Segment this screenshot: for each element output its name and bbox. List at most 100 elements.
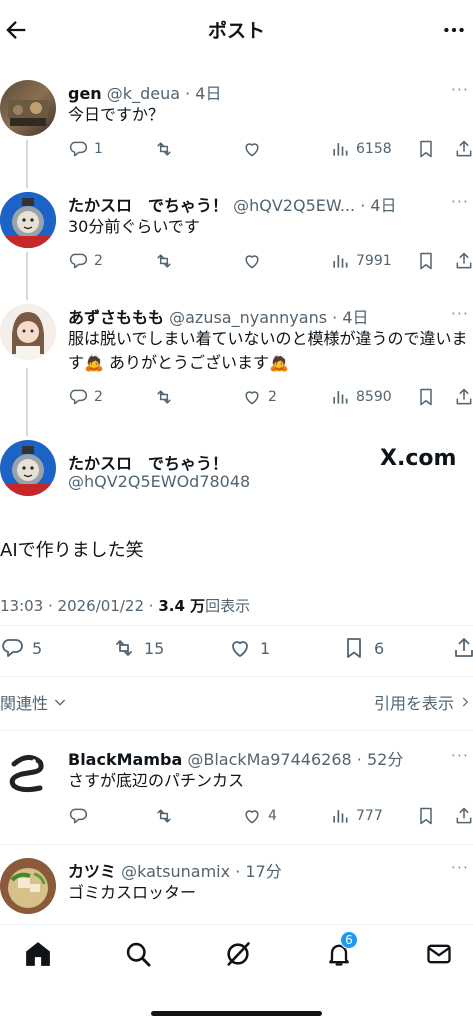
more-options-icon[interactable] bbox=[441, 17, 467, 43]
share-button[interactable] bbox=[454, 249, 473, 273]
nav-home[interactable] bbox=[21, 937, 55, 971]
post-time: · 52分 bbox=[356, 750, 404, 769]
repost-button[interactable] bbox=[154, 249, 174, 273]
bookmark-icon bbox=[416, 139, 436, 159]
avatar[interactable] bbox=[0, 80, 56, 136]
show-quotes-link[interactable]: 引用を表示 bbox=[374, 690, 472, 714]
post-time: · 4日 bbox=[185, 84, 222, 103]
xcom-watermark: X.com bbox=[380, 446, 457, 471]
view-count: 6158 bbox=[356, 141, 392, 157]
bookmark-icon bbox=[342, 636, 366, 660]
post-time: · 4日 bbox=[332, 308, 369, 327]
post-datetime: 13:03 · 2026/01/22 · bbox=[0, 597, 154, 615]
bookmark-button[interactable] bbox=[416, 249, 436, 273]
thread-connector bbox=[26, 140, 28, 188]
like-button[interactable]: 4 bbox=[242, 804, 277, 828]
author-handle[interactable]: @azusa_nyannyans bbox=[169, 308, 327, 327]
reply-button[interactable]: 1 bbox=[68, 137, 103, 161]
author-name[interactable]: あずさももも bbox=[68, 308, 164, 327]
nav-notifications[interactable]: 6 bbox=[322, 931, 358, 971]
reply-icon bbox=[68, 139, 88, 159]
view-count: 7991 bbox=[356, 253, 392, 269]
like-button[interactable] bbox=[242, 137, 262, 161]
reply-icon bbox=[68, 806, 88, 826]
avatar[interactable] bbox=[0, 192, 56, 248]
author-handle[interactable]: @hQV2Q5EW... bbox=[233, 196, 355, 215]
reply-count: 2 bbox=[94, 253, 103, 269]
views-button[interactable]: 7991 bbox=[330, 249, 392, 273]
reply-icon bbox=[68, 387, 88, 407]
bookmark-button[interactable] bbox=[416, 385, 436, 409]
post-time: · 17分 bbox=[235, 862, 282, 881]
divider bbox=[0, 676, 473, 677]
nav-messages[interactable] bbox=[422, 937, 456, 971]
bookmark-button[interactable]: 6 bbox=[342, 636, 384, 660]
post-more-icon[interactable]: ··· bbox=[451, 746, 469, 765]
views-button[interactable]: 8590 bbox=[330, 385, 392, 409]
reply-button[interactable]: 2 bbox=[68, 385, 103, 409]
nav-search[interactable] bbox=[121, 937, 155, 971]
post-text: ゴミカスロッター bbox=[68, 883, 197, 902]
post-time: · 4日 bbox=[360, 196, 397, 215]
heart-icon bbox=[228, 636, 252, 660]
repost-icon bbox=[154, 251, 174, 271]
post-more-icon[interactable]: ··· bbox=[451, 192, 469, 211]
search-icon bbox=[124, 940, 152, 968]
avatar[interactable] bbox=[0, 440, 56, 496]
nav-grok[interactable] bbox=[221, 937, 255, 971]
repost-button[interactable] bbox=[154, 804, 174, 828]
repost-icon bbox=[112, 636, 136, 660]
share-button[interactable] bbox=[454, 385, 473, 409]
author-handle[interactable]: @k_deua bbox=[107, 84, 180, 103]
avatar[interactable] bbox=[0, 304, 56, 360]
like-button[interactable] bbox=[242, 249, 262, 273]
views-button[interactable]: 777 bbox=[330, 804, 383, 828]
repost-button[interactable] bbox=[154, 137, 174, 161]
author-name[interactable]: たかスロ でちゃう！ bbox=[68, 450, 228, 474]
bookmark-icon bbox=[416, 387, 436, 407]
avatar[interactable] bbox=[0, 746, 56, 802]
reply-count: 2 bbox=[94, 389, 103, 405]
show-quotes-label: 引用を表示 bbox=[374, 694, 455, 713]
like-button[interactable]: 1 bbox=[228, 636, 270, 660]
views-button[interactable]: 6158 bbox=[330, 137, 392, 161]
view-count: 8590 bbox=[356, 389, 392, 405]
top-bar: ポスト bbox=[0, 0, 473, 60]
share-icon bbox=[454, 251, 473, 271]
view-count: 777 bbox=[356, 808, 383, 824]
post-text: 服は脱いでしまい着ていないのと模様が違うので違います🙇 ありがとうございます🙇 bbox=[68, 329, 468, 372]
repost-button[interactable]: 15 bbox=[112, 636, 164, 660]
chevron-right-icon bbox=[458, 694, 472, 710]
share-button[interactable] bbox=[454, 137, 473, 161]
divider bbox=[0, 730, 473, 731]
author-handle[interactable]: @hQV2Q5EWOd78048 bbox=[68, 472, 250, 491]
reply-button[interactable]: 5 bbox=[0, 636, 42, 660]
share-icon bbox=[454, 806, 473, 826]
share-button[interactable] bbox=[454, 804, 473, 828]
grok-icon bbox=[224, 940, 252, 968]
author-name[interactable]: カツミ bbox=[68, 862, 116, 881]
analytics-icon bbox=[330, 387, 350, 407]
author-name[interactable]: BlackMamba bbox=[68, 750, 182, 769]
post-more-icon[interactable]: ··· bbox=[451, 858, 469, 877]
repost-button[interactable] bbox=[154, 385, 174, 409]
share-button[interactable] bbox=[452, 636, 473, 660]
post-more-icon[interactable]: ··· bbox=[451, 80, 469, 99]
post-text: 30分前ぐらいです bbox=[68, 217, 200, 236]
like-count: 4 bbox=[268, 808, 277, 824]
bookmark-button[interactable] bbox=[416, 804, 436, 828]
author-name[interactable]: gen bbox=[68, 84, 102, 103]
reply-button[interactable]: 2 bbox=[68, 249, 103, 273]
author-name[interactable]: たかスロ でちゃう！ bbox=[68, 196, 228, 215]
bookmark-button[interactable] bbox=[416, 137, 436, 161]
post-more-icon[interactable]: ··· bbox=[451, 304, 469, 323]
like-count: 1 bbox=[260, 638, 271, 658]
repost-icon bbox=[154, 806, 174, 826]
like-button[interactable]: 2 bbox=[242, 385, 277, 409]
relevance-label: 関連性 bbox=[0, 694, 49, 713]
relevance-dropdown[interactable]: 関連性 bbox=[0, 690, 68, 714]
author-handle[interactable]: @BlackMa97446268 bbox=[187, 750, 351, 769]
author-handle[interactable]: @katsunamix bbox=[121, 862, 230, 881]
reply-button[interactable] bbox=[68, 804, 88, 828]
avatar[interactable] bbox=[0, 858, 56, 914]
